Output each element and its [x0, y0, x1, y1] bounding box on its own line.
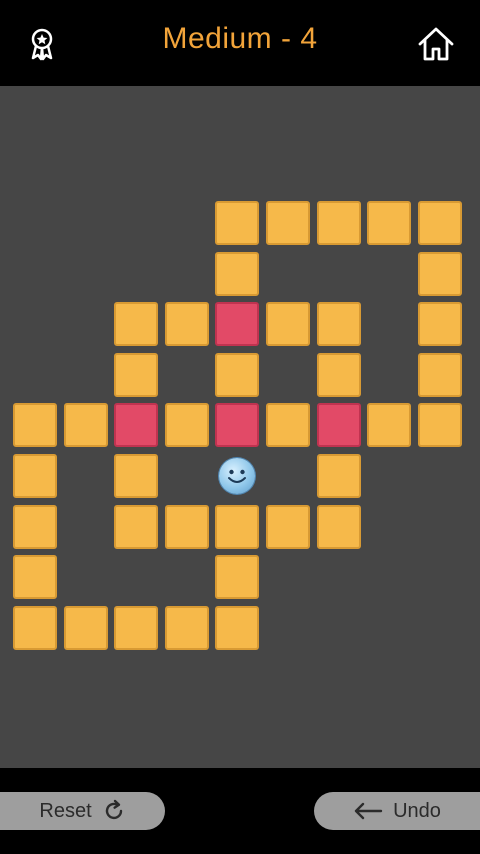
floor-tile[interactable] [417, 302, 462, 347]
floor-tile[interactable] [215, 555, 260, 600]
floor-tile[interactable] [114, 302, 159, 347]
floor-tile[interactable] [13, 605, 57, 650]
top-bar: Medium - 4 [0, 0, 480, 86]
floor-tile[interactable] [266, 201, 310, 245]
floor-tile[interactable] [13, 504, 57, 549]
floor-tile[interactable] [114, 352, 159, 397]
player-smiley-icon[interactable] [219, 458, 256, 494]
floor-tile[interactable] [13, 403, 57, 448]
floor-tile[interactable] [316, 504, 361, 549]
floor-tile[interactable] [316, 302, 361, 347]
floor-tile[interactable] [316, 201, 361, 245]
floor-tile[interactable] [215, 352, 260, 397]
floor-tile[interactable] [13, 555, 57, 600]
floor-tile[interactable] [316, 352, 361, 397]
home-icon [418, 27, 454, 61]
refresh-icon [105, 799, 122, 820]
target-tile[interactable] [114, 403, 159, 448]
floor-tile[interactable] [13, 454, 57, 498]
undo-button[interactable]: Undo [314, 792, 480, 830]
level-title: Medium - 4 [162, 22, 318, 55]
home-button[interactable] [414, 22, 458, 66]
floor-tile[interactable] [417, 201, 462, 245]
game-board[interactable] [0, 86, 480, 768]
reset-label: Reset [39, 799, 92, 822]
floor-tile[interactable] [215, 201, 260, 245]
target-tile[interactable] [215, 302, 260, 347]
reset-button[interactable]: Reset [0, 792, 165, 830]
floor-tile[interactable] [417, 403, 462, 448]
bottom-bar: Reset Undo [0, 768, 480, 854]
arrow-left-icon [354, 802, 383, 820]
floor-tile[interactable] [114, 605, 159, 650]
floor-tile[interactable] [215, 504, 260, 549]
floor-tile[interactable] [266, 504, 310, 549]
target-tile[interactable] [215, 403, 260, 448]
floor-tile[interactable] [266, 302, 310, 347]
floor-tile[interactable] [164, 403, 209, 448]
floor-tile[interactable] [417, 352, 462, 397]
floor-tile[interactable] [114, 504, 159, 549]
floor-tile[interactable] [215, 605, 260, 650]
floor-tile[interactable] [114, 454, 159, 498]
undo-label: Undo [393, 799, 441, 822]
floor-tile[interactable] [63, 403, 108, 448]
floor-tile[interactable] [316, 454, 361, 498]
floor-tile[interactable] [215, 251, 260, 296]
floor-tile[interactable] [266, 403, 310, 448]
floor-tile[interactable] [164, 504, 209, 549]
floor-tile[interactable] [367, 403, 412, 448]
floor-tile[interactable] [417, 251, 462, 296]
target-tile[interactable] [316, 403, 361, 448]
floor-tile[interactable] [164, 605, 209, 650]
floor-tile[interactable] [164, 302, 209, 347]
floor-tile[interactable] [63, 605, 108, 650]
floor-tile[interactable] [367, 201, 412, 245]
